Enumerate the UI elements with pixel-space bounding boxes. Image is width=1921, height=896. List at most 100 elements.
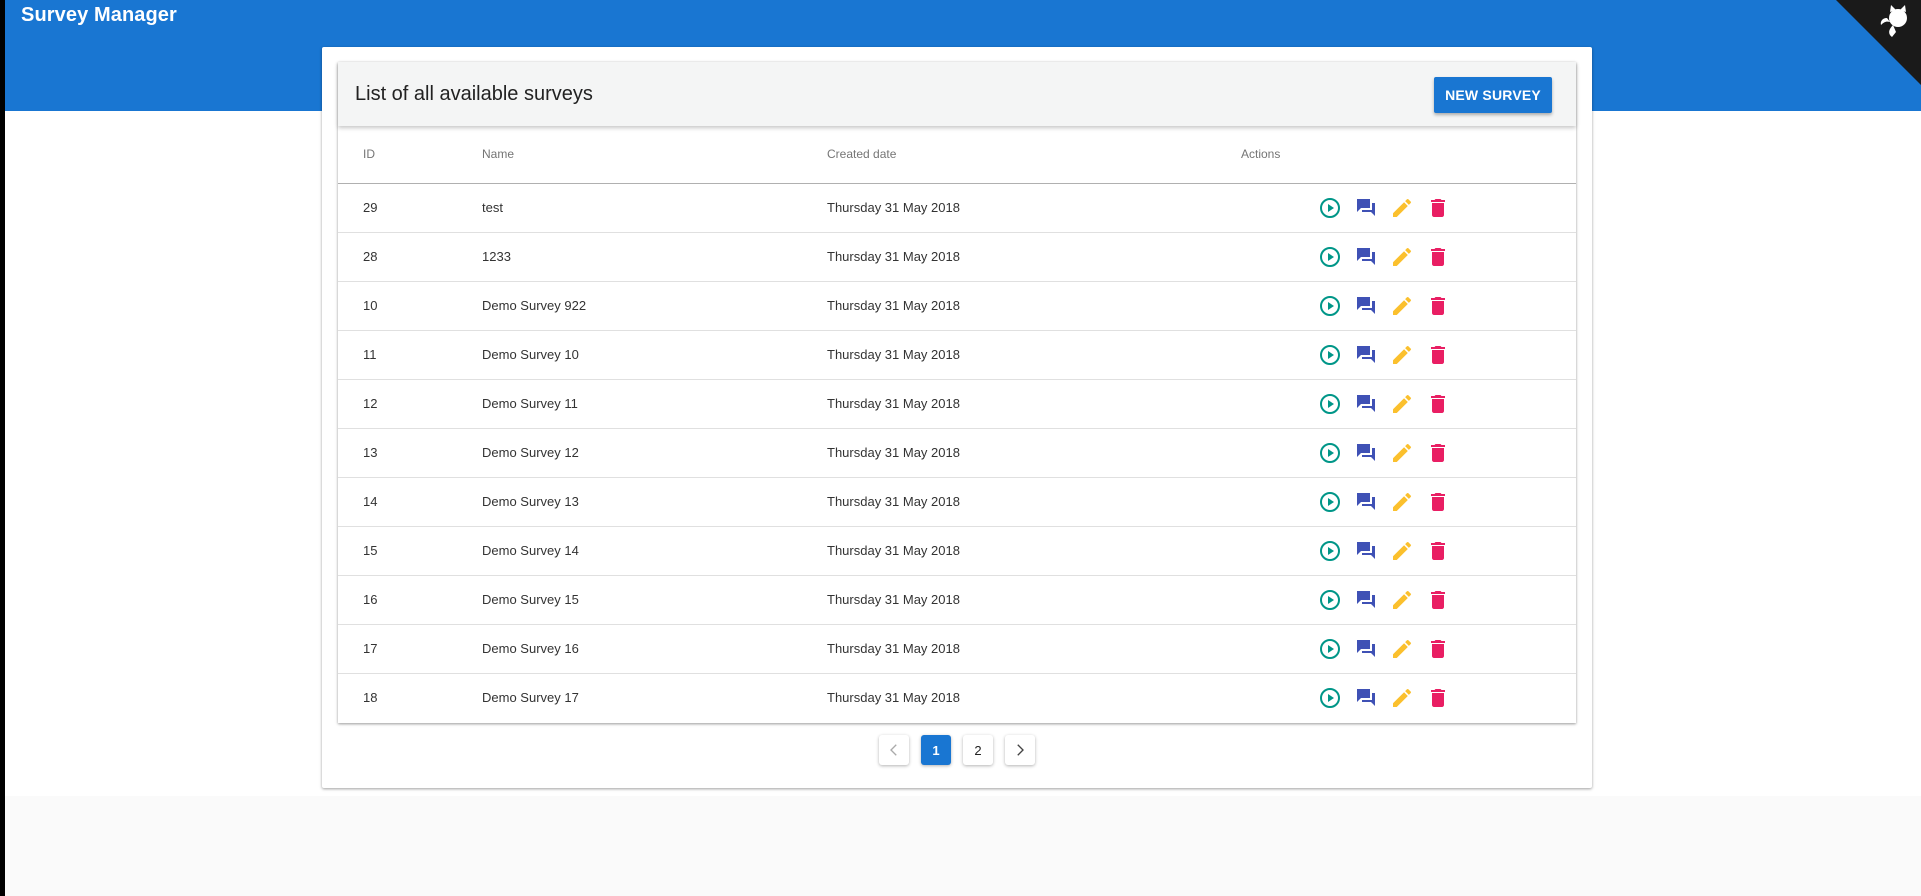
column-header-id[interactable]: ID — [338, 126, 482, 184]
table-row: 16 Demo Survey 15 Thursday 31 May 2018 — [338, 575, 1576, 625]
run-survey-button[interactable] — [1318, 392, 1342, 416]
delete-survey-button[interactable] — [1426, 392, 1450, 416]
run-survey-button[interactable] — [1318, 245, 1342, 269]
github-octocat-icon[interactable] — [1836, 0, 1921, 85]
edit-survey-button[interactable] — [1390, 343, 1414, 367]
cell-name: 1233 — [482, 232, 827, 282]
edit-survey-button[interactable] — [1390, 637, 1414, 661]
view-responses-button[interactable] — [1354, 294, 1378, 318]
run-survey-button[interactable] — [1318, 441, 1342, 465]
play-circle-icon — [1320, 491, 1340, 512]
run-survey-button[interactable] — [1318, 294, 1342, 318]
table-row: 10 Demo Survey 922 Thursday 31 May 2018 — [338, 281, 1576, 331]
pencil-icon — [1393, 443, 1412, 462]
edit-survey-button[interactable] — [1390, 588, 1414, 612]
pencil-icon — [1393, 492, 1412, 511]
view-responses-button[interactable] — [1354, 588, 1378, 612]
edit-survey-button[interactable] — [1390, 539, 1414, 563]
pencil-icon — [1393, 345, 1412, 364]
cell-created-date: Thursday 31 May 2018 — [827, 379, 1241, 429]
pencil-icon — [1393, 639, 1412, 658]
app-viewport: Survey Manager List of all available sur… — [5, 0, 1921, 896]
view-responses-button[interactable] — [1354, 392, 1378, 416]
delete-survey-button[interactable] — [1426, 637, 1450, 661]
cell-name: test — [482, 183, 827, 233]
run-survey-button[interactable] — [1318, 588, 1342, 612]
edit-survey-button[interactable] — [1390, 392, 1414, 416]
delete-survey-button[interactable] — [1426, 490, 1450, 514]
view-responses-button[interactable] — [1354, 686, 1378, 710]
run-survey-button[interactable] — [1318, 490, 1342, 514]
cell-name: Demo Survey 17 — [482, 690, 579, 706]
run-survey-button[interactable] — [1318, 686, 1342, 710]
trash-icon — [1431, 639, 1445, 658]
delete-survey-button[interactable] — [1426, 686, 1450, 710]
run-survey-button[interactable] — [1318, 343, 1342, 367]
view-responses-button[interactable] — [1354, 637, 1378, 661]
cell-created-date: Thursday 31 May 2018 — [827, 624, 1241, 674]
view-responses-button[interactable] — [1354, 196, 1378, 220]
page-button-1[interactable]: 1 — [921, 735, 951, 765]
table-row: 13 Demo Survey 12 Thursday 31 May 2018 — [338, 428, 1576, 478]
edit-survey-button[interactable] — [1390, 245, 1414, 269]
delete-survey-button[interactable] — [1426, 588, 1450, 612]
column-header-name[interactable]: Name — [482, 126, 827, 184]
cell-id: 13 — [338, 428, 482, 478]
cell-name: Demo Survey 14 — [482, 526, 827, 576]
view-responses-button[interactable] — [1354, 343, 1378, 367]
edit-survey-button[interactable] — [1390, 490, 1414, 514]
run-survey-button[interactable] — [1318, 539, 1342, 563]
row-actions — [1241, 294, 1576, 318]
cell-actions — [1241, 183, 1576, 233]
delete-survey-button[interactable] — [1426, 294, 1450, 318]
table-row: 11 Demo Survey 10 Thursday 31 May 2018 — [338, 330, 1576, 380]
play-circle-icon — [1320, 589, 1340, 610]
cell-id: 17 — [338, 624, 482, 674]
delete-survey-button[interactable] — [1426, 539, 1450, 563]
cell-actions — [1241, 232, 1576, 282]
panel-header: List of all available surveys NEW SURVEY — [338, 62, 1576, 126]
cell-actions — [1241, 428, 1576, 478]
view-responses-button[interactable] — [1354, 539, 1378, 563]
page-button-2[interactable]: 2 — [963, 735, 993, 765]
delete-survey-button[interactable] — [1426, 343, 1450, 367]
trash-icon — [1431, 590, 1445, 609]
cell-name: Demo Survey 12 — [482, 428, 827, 478]
trash-icon — [1431, 443, 1445, 462]
prev-page-button[interactable] — [879, 735, 909, 765]
cell-created-date: Thursday 31 May 2018 — [827, 690, 960, 706]
row-actions — [1241, 588, 1576, 612]
cell-actions — [1241, 379, 1576, 429]
run-survey-button[interactable] — [1318, 196, 1342, 220]
row-actions — [1241, 245, 1576, 269]
delete-survey-button[interactable] — [1426, 441, 1450, 465]
edit-survey-button[interactable] — [1390, 686, 1414, 710]
next-page-button[interactable] — [1005, 735, 1035, 765]
cell-id: 29 — [338, 183, 482, 233]
cell-id: 10 — [338, 281, 482, 331]
play-circle-icon — [1320, 393, 1340, 414]
edit-survey-button[interactable] — [1390, 196, 1414, 220]
row-actions — [1241, 637, 1576, 661]
table-row: 29 test Thursday 31 May 2018 — [338, 183, 1576, 233]
cell-id: 12 — [338, 379, 482, 429]
delete-survey-button[interactable] — [1426, 245, 1450, 269]
view-responses-button[interactable] — [1354, 490, 1378, 514]
pencil-icon — [1393, 198, 1412, 217]
edit-survey-button[interactable] — [1390, 441, 1414, 465]
row-actions — [1241, 196, 1576, 220]
cell-id: 14 — [338, 477, 482, 527]
cell-name: Demo Survey 922 — [482, 281, 827, 331]
delete-survey-button[interactable] — [1426, 196, 1450, 220]
forum-icon — [1357, 639, 1375, 657]
column-header-created-date[interactable]: Created date — [827, 126, 1241, 184]
new-survey-button[interactable]: NEW SURVEY — [1434, 77, 1552, 113]
edit-survey-button[interactable] — [1390, 294, 1414, 318]
forum-icon — [1357, 198, 1375, 216]
run-survey-button[interactable] — [1318, 637, 1342, 661]
table-row: 14 Demo Survey 13 Thursday 31 May 2018 — [338, 477, 1576, 527]
view-responses-button[interactable] — [1354, 441, 1378, 465]
trash-icon — [1431, 296, 1445, 315]
view-responses-button[interactable] — [1354, 245, 1378, 269]
play-circle-icon — [1320, 295, 1340, 316]
